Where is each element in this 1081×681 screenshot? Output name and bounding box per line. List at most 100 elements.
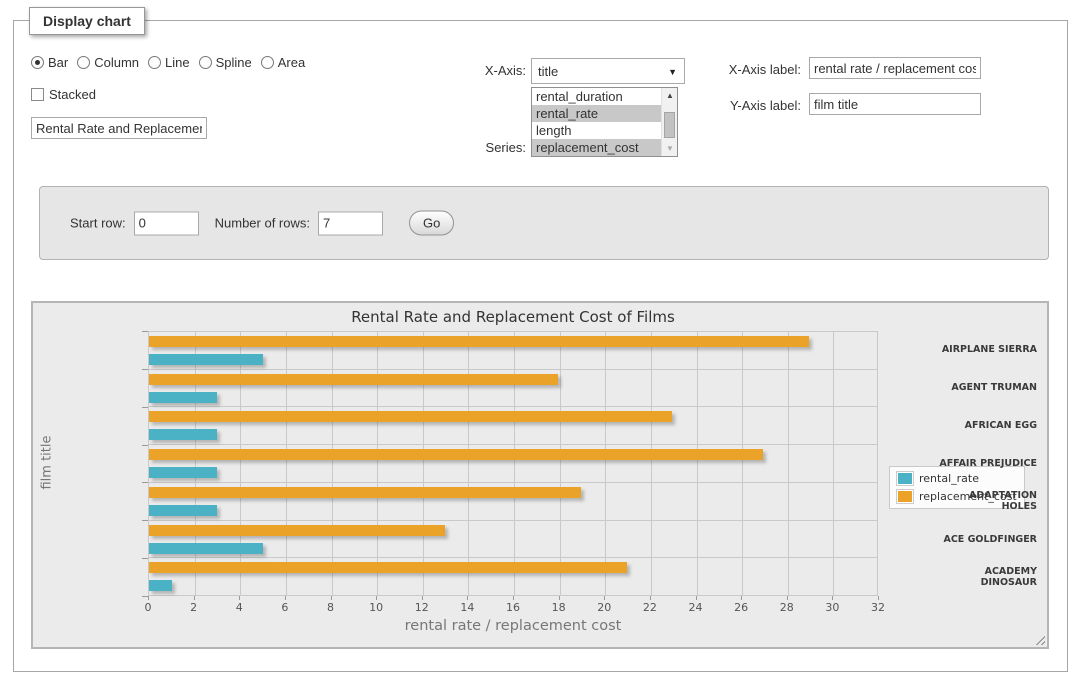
category-label: ACE GOLDFINGER [938, 520, 1047, 558]
series-option-rental_duration[interactable]: rental_duration [532, 88, 677, 105]
bar-rental_rate[interactable] [149, 354, 263, 365]
gridline [742, 332, 743, 595]
x-axis-label-input[interactable] [809, 57, 981, 79]
radio-label: Line [165, 55, 190, 70]
bar-rental_rate[interactable] [149, 392, 217, 403]
resize-handle-icon[interactable] [1033, 633, 1045, 645]
category-band [149, 445, 877, 483]
x-tick-label: 20 [597, 601, 611, 614]
stacked-checkbox-row[interactable]: Stacked [31, 87, 96, 102]
bar-replacement_cost[interactable] [149, 336, 809, 347]
series-option-length[interactable]: length [532, 122, 677, 139]
stacked-checkbox[interactable] [31, 88, 44, 101]
chart-type-radio-column[interactable]: Column [77, 55, 139, 70]
radio-icon[interactable] [31, 56, 44, 69]
bar-replacement_cost[interactable] [149, 374, 558, 385]
category-label: ADAPTATION HOLES [938, 482, 1047, 520]
page: Display chart BarColumnLineSplineArea St… [0, 0, 1081, 681]
bar-replacement_cost[interactable] [149, 562, 627, 573]
radio-icon[interactable] [261, 56, 274, 69]
category-label: AIRPLANE SIERRA [938, 331, 1047, 369]
bar-rental_rate[interactable] [149, 505, 217, 516]
rows-panel-controls: Start row: Number of rows: Go [70, 211, 454, 236]
chart-type-radio-spline[interactable]: Spline [199, 55, 252, 70]
x-tick-mark [467, 596, 468, 600]
y-axis-title: film title [40, 413, 55, 513]
bar-rental_rate[interactable] [149, 543, 263, 554]
x-tick-mark [148, 596, 149, 600]
y-axis-label-caption: Y-Axis label: [674, 98, 801, 113]
radio-label: Column [94, 55, 139, 70]
number-of-rows-input[interactable] [318, 211, 383, 235]
gridline [423, 332, 424, 595]
gridline [514, 332, 515, 595]
category-label: AGENT TRUMAN [938, 369, 1047, 407]
x-tick-mark [194, 596, 195, 600]
radio-icon[interactable] [148, 56, 161, 69]
category-band [149, 558, 877, 595]
x-tick-label: 10 [369, 601, 383, 614]
x-tick-label: 2 [190, 601, 197, 614]
go-button[interactable]: Go [409, 211, 454, 236]
gridline [833, 332, 834, 595]
bar-rental_rate[interactable] [149, 580, 172, 591]
x-tick-mark [741, 596, 742, 600]
category-label: ACADEMY DINOSAUR [938, 558, 1047, 596]
gridline [560, 332, 561, 595]
bar-replacement_cost[interactable] [149, 487, 581, 498]
gridline [605, 332, 606, 595]
category-band [149, 407, 877, 445]
x-tick-mark [832, 596, 833, 600]
gridline [332, 332, 333, 595]
x-tick-label: 14 [460, 601, 474, 614]
series-select-label: Series: [414, 140, 526, 155]
radio-icon[interactable] [77, 56, 90, 69]
x-tick-mark [878, 596, 879, 600]
bar-replacement_cost[interactable] [149, 411, 672, 422]
scroll-down-icon[interactable]: ▼ [662, 141, 678, 156]
x-tick-mark [559, 596, 560, 600]
series-multiselect[interactable]: ▲ ▼ rental_durationrental_ratelengthrepl… [531, 87, 678, 157]
x-axis-select-label: X-Axis: [414, 63, 526, 78]
y-axis-label-input[interactable] [809, 93, 981, 115]
radio-icon[interactable] [199, 56, 212, 69]
x-tick-mark [239, 596, 240, 600]
bar-rental_rate[interactable] [149, 429, 217, 440]
chart-type-radio-bar[interactable]: Bar [31, 55, 68, 70]
x-tick-mark [650, 596, 651, 600]
category-band [149, 521, 877, 559]
x-tick-mark [285, 596, 286, 600]
chart-type-radio-area[interactable]: Area [261, 55, 305, 70]
y-tick-mark [142, 407, 148, 408]
x-tick-label: 8 [327, 601, 334, 614]
bar-rental_rate[interactable] [149, 467, 217, 478]
category-band [149, 483, 877, 521]
x-tick-mark [331, 596, 332, 600]
number-of-rows-label: Number of rows: [215, 216, 310, 231]
bar-replacement_cost[interactable] [149, 449, 763, 460]
chart-title: Rental Rate and Replacement Cost of Film… [148, 308, 878, 326]
x-tick-mark [376, 596, 377, 600]
gridline [195, 332, 196, 595]
gridline [468, 332, 469, 595]
y-tick-mark [142, 520, 148, 521]
y-tick-mark [142, 558, 148, 559]
bar-replacement_cost[interactable] [149, 525, 445, 536]
category-label: AFFAIR PREJUDICE [938, 445, 1047, 483]
x-tick-label: 4 [236, 601, 243, 614]
x-tick-label: 18 [552, 601, 566, 614]
start-row-input[interactable] [134, 211, 199, 235]
gridline [377, 332, 378, 595]
x-tick-mark [787, 596, 788, 600]
radio-label: Spline [216, 55, 252, 70]
chart-title-input[interactable] [31, 117, 207, 139]
series-option-replacement_cost[interactable]: replacement_cost [532, 139, 677, 156]
x-tick-label: 30 [825, 601, 839, 614]
chart-type-radio-line[interactable]: Line [148, 55, 190, 70]
y-tick-mark [142, 482, 148, 483]
x-tick-mark [696, 596, 697, 600]
scrollbar-thumb[interactable] [664, 112, 675, 138]
x-tick-label: 26 [734, 601, 748, 614]
x-axis-select[interactable]: title ▼ [531, 58, 685, 84]
series-option-rental_rate[interactable]: rental_rate [532, 105, 677, 122]
